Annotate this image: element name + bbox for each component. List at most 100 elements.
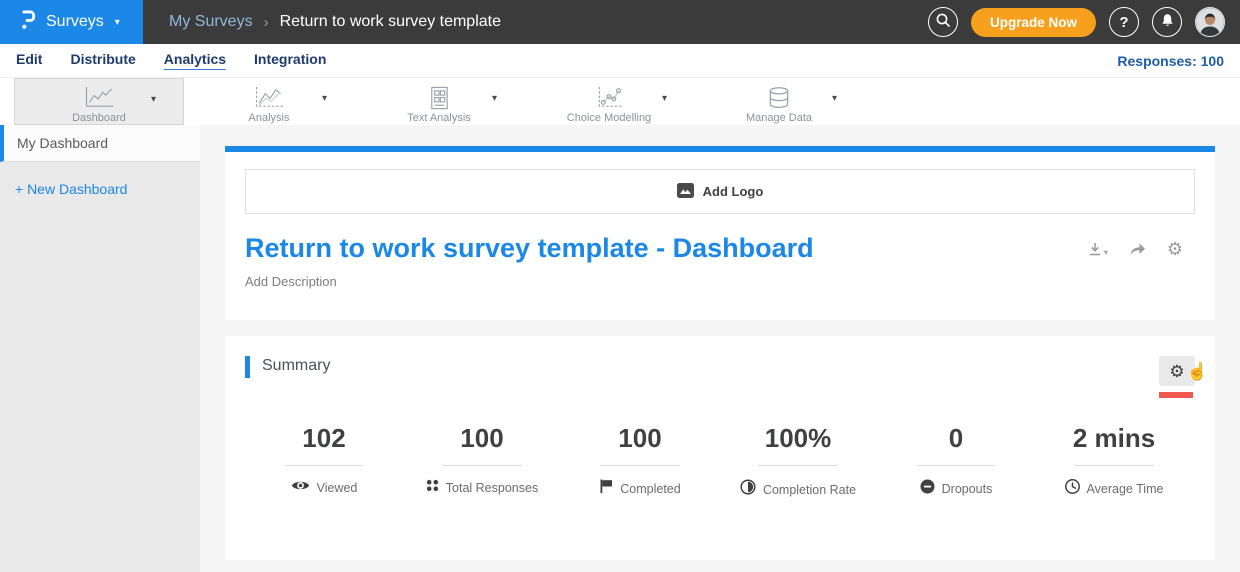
toolbar-item-dashboard[interactable]: Dashboard ▾: [14, 78, 184, 125]
stat-divider: [758, 465, 838, 466]
question-mark-icon: ?: [1119, 14, 1128, 31]
responses-count[interactable]: Responses: 100: [1117, 53, 1224, 69]
highlight-underline: [1159, 392, 1193, 398]
toolbar-item-label: Manage Data: [746, 112, 812, 124]
stat-completion-rate: 100% Completion Rate: [719, 423, 877, 500]
toolbar-item-label: Dashboard: [72, 112, 126, 124]
eye-icon: [291, 479, 310, 497]
dots-grid-icon: [426, 479, 439, 497]
hand-cursor-icon: ☝: [1187, 362, 1208, 382]
stat-completed: 100 Completed: [561, 423, 719, 500]
scatter-chart-icon: [593, 84, 625, 111]
stat-value: 100: [561, 423, 719, 454]
share-button[interactable]: [1129, 242, 1146, 257]
download-button[interactable]: ▾: [1087, 241, 1108, 257]
toolbar-item-analysis[interactable]: Analysis ▾: [184, 78, 354, 125]
search-button[interactable]: [928, 7, 958, 37]
notifications-button[interactable]: [1152, 7, 1182, 37]
stat-value: 2 mins: [1035, 423, 1193, 454]
chevron-down-icon: ▾: [1104, 248, 1108, 257]
stat-label: Completed: [620, 482, 680, 496]
chevron-down-icon[interactable]: ▾: [322, 93, 327, 104]
bell-icon: [1160, 13, 1175, 32]
settings-gear-button[interactable]: ⚙: [1167, 240, 1183, 258]
upgrade-now-button[interactable]: Upgrade Now: [971, 8, 1096, 37]
chevron-down-icon[interactable]: ▾: [151, 94, 156, 105]
new-dashboard-button[interactable]: + New Dashboard: [15, 181, 200, 197]
tab-edit[interactable]: Edit: [16, 51, 42, 70]
summary-accent-bar: [245, 356, 250, 378]
database-icon: [766, 84, 792, 111]
stat-divider: [1074, 465, 1154, 466]
chevron-down-icon[interactable]: ▾: [492, 93, 497, 104]
product-name: Surveys: [46, 13, 104, 31]
chevron-down-icon: ▾: [115, 17, 120, 28]
user-avatar[interactable]: [1195, 7, 1225, 37]
stat-value: 100: [403, 423, 561, 454]
questionpro-logo-icon: [20, 8, 37, 36]
toolbar-item-text-analysis[interactable]: Text Analysis ▾: [354, 78, 524, 125]
add-description-field[interactable]: Add Description: [245, 274, 1195, 289]
search-icon: [936, 13, 950, 31]
gear-icon: ⚙: [1169, 363, 1184, 380]
stat-divider: [284, 465, 364, 466]
toolbar-item-manage-data[interactable]: Manage Data ▾: [694, 78, 864, 125]
stat-divider: [916, 465, 996, 466]
analytics-toolbar: Dashboard ▾ Analysis ▾ Text Analysis ▾ C…: [0, 77, 1240, 125]
minus-circle-icon: [920, 479, 935, 499]
tab-integration[interactable]: Integration: [254, 51, 326, 70]
dashboard-content: Add Logo Return to work survey template …: [200, 125, 1240, 572]
tab-distribute[interactable]: Distribute: [70, 51, 135, 70]
stat-label: Viewed: [317, 481, 358, 495]
stat-dropouts: 0 Dropouts: [877, 423, 1035, 500]
stat-value: 100%: [719, 423, 877, 454]
summary-title: Summary: [262, 357, 330, 375]
breadcrumb: My Surveys › Return to work survey templ…: [169, 13, 501, 31]
stat-label: Completion Rate: [763, 483, 856, 497]
sidebar-item-my-dashboard[interactable]: My Dashboard: [0, 125, 200, 162]
stat-label: Average Time: [1087, 482, 1164, 496]
survey-menu-bar: Edit Distribute Analytics Integration Re…: [0, 44, 1240, 77]
stat-total-responses: 100 Total Responses: [403, 423, 561, 500]
toolbar-item-label: Analysis: [249, 112, 290, 124]
stat-divider: [600, 465, 680, 466]
line-chart-icon: [81, 85, 117, 111]
topbar-actions: Upgrade Now ?: [928, 7, 1240, 37]
stat-label: Dropouts: [942, 482, 993, 496]
breadcrumb-survey-name: Return to work survey template: [280, 13, 501, 31]
product-switcher[interactable]: Surveys ▾: [0, 0, 143, 44]
stat-viewed: 102 Viewed: [245, 423, 403, 500]
breadcrumb-my-surveys[interactable]: My Surveys: [169, 13, 253, 31]
stat-average-time: 2 mins Average Time: [1035, 423, 1193, 500]
clock-icon: [1065, 479, 1080, 499]
dashboard-header-card: Add Logo Return to work survey template …: [225, 152, 1215, 320]
half-circle-icon: [740, 479, 756, 500]
page-title[interactable]: Return to work survey template - Dashboa…: [245, 233, 814, 264]
summary-settings: ⚙ ☝: [1159, 356, 1195, 398]
document-grid-icon: [426, 84, 452, 111]
sidebar-item-label: My Dashboard: [17, 135, 108, 151]
add-logo-button[interactable]: Add Logo: [245, 169, 1195, 214]
summary-settings-button[interactable]: ⚙ ☝: [1159, 356, 1195, 386]
stat-label: Total Responses: [446, 481, 538, 495]
dashboard-sidebar: My Dashboard + New Dashboard: [0, 125, 200, 572]
breadcrumb-separator-icon: ›: [264, 14, 269, 31]
topbar: Surveys ▾ My Surveys › Return to work su…: [0, 0, 1240, 44]
analysis-chart-icon: [251, 84, 287, 111]
stat-value: 0: [877, 423, 1035, 454]
toolbar-item-label: Choice Modelling: [567, 112, 651, 124]
stat-divider: [442, 465, 522, 466]
title-actions: ▾ ⚙: [1087, 240, 1195, 258]
summary-stats-row: 102 Viewed 100: [245, 423, 1195, 500]
summary-widget: Summary ⚙ ☝ 102: [225, 336, 1215, 560]
add-logo-label: Add Logo: [703, 184, 764, 199]
chevron-down-icon[interactable]: ▾: [832, 93, 837, 104]
toolbar-item-label: Text Analysis: [407, 112, 471, 124]
toolbar-item-choice-modelling[interactable]: Choice Modelling ▾: [524, 78, 694, 125]
help-button[interactable]: ?: [1109, 7, 1139, 37]
image-icon: [677, 183, 694, 201]
tab-analytics[interactable]: Analytics: [164, 51, 226, 70]
stat-value: 102: [245, 423, 403, 454]
chevron-down-icon[interactable]: ▾: [662, 93, 667, 104]
flag-icon: [599, 479, 613, 498]
